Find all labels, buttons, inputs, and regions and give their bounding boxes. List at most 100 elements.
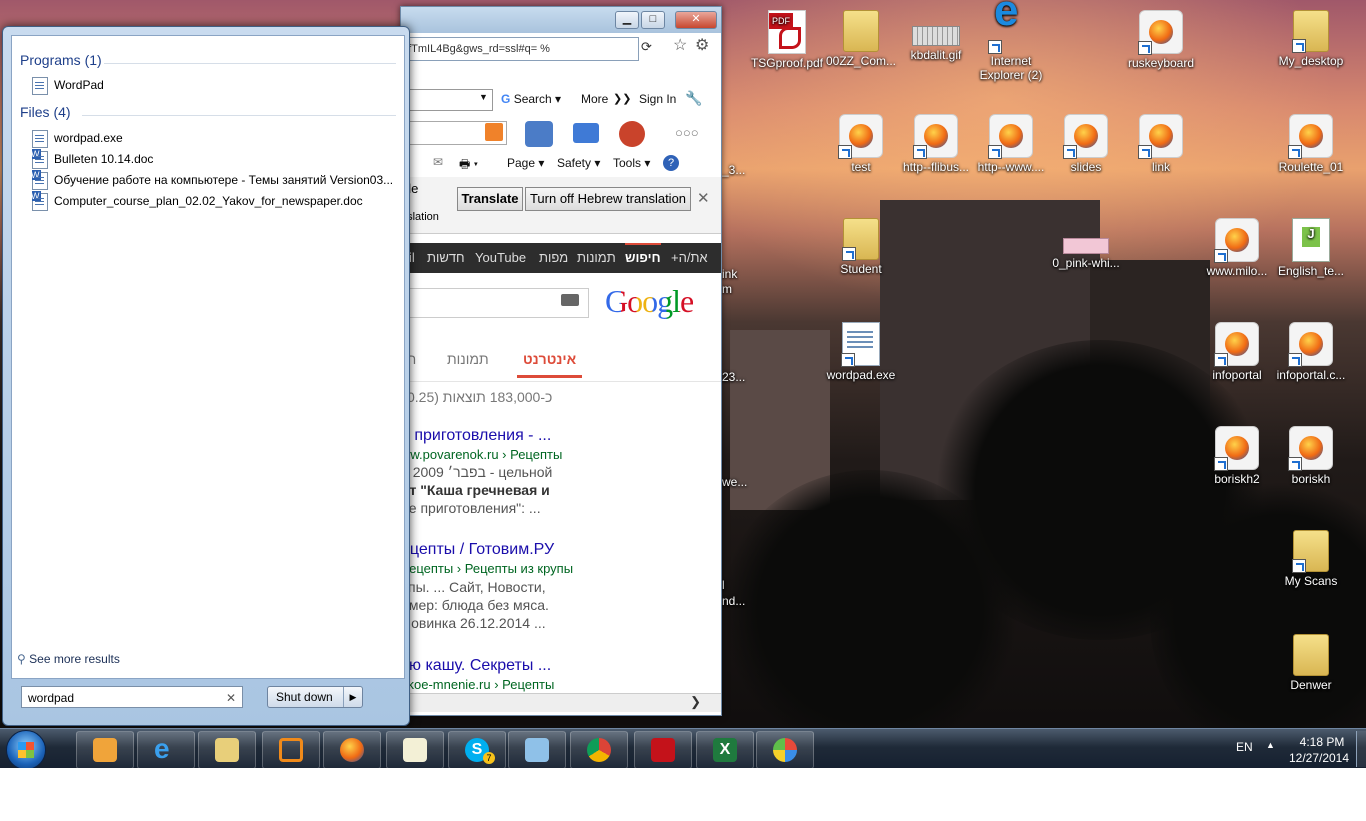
help-icon[interactable]: ? (663, 155, 679, 171)
show-hidden-icons[interactable]: ▲ (1266, 740, 1275, 750)
taskbar-excel[interactable]: X (696, 731, 754, 768)
print-icon[interactable]: 🖶 ▾ (459, 155, 478, 176)
close-button[interactable]: ✕ (675, 11, 717, 29)
chat-bubble-icon[interactable] (573, 123, 599, 143)
clear-search-icon[interactable]: ✕ (226, 687, 236, 709)
file-item[interactable]: Bulleten 10.14.doc (32, 149, 392, 169)
horizontal-scrollbar[interactable]: ❯ (401, 693, 721, 712)
desktop-icon-www[interactable]: http--www.... (968, 114, 1054, 174)
scroll-right-icon[interactable]: ❯ (690, 694, 701, 710)
gbar-images[interactable]: תמונות (577, 243, 616, 273)
search-icon[interactable] (485, 123, 503, 141)
translate-button[interactable]: Translate (457, 187, 523, 211)
desktop-icon-internet-explorer[interactable]: Internet Explorer (2) (968, 4, 1054, 82)
result-url[interactable]: Рецепты › Рецепты из крупы (401, 561, 573, 576)
desktop-icon-flibus[interactable]: http--flibus... (893, 114, 979, 174)
desktop-icon-infoportal-c[interactable]: infoportal.c... (1268, 322, 1354, 382)
desktop-icon-boriskh[interactable]: boriskh (1268, 426, 1354, 486)
desktop-icon-pink-white[interactable]: 0_pink-whi... (1043, 218, 1129, 270)
desktop-icon-ruskeyboard[interactable]: ruskeyboard (1118, 10, 1204, 70)
taskbar-skype[interactable]: S7 (448, 731, 506, 768)
gbar-search[interactable]: חיפוש (625, 243, 661, 271)
gbar-you[interactable]: +את/ה (671, 243, 708, 273)
folder-icon (1293, 634, 1329, 676)
result-url[interactable]: skoe-mnenie.ru › Рецепты (401, 677, 554, 692)
toolbar-sign-in-button[interactable]: Sign In (639, 92, 676, 106)
divider (82, 115, 396, 116)
folder-icon (843, 10, 879, 52)
result-title[interactable]: е приготовления - ... (401, 427, 551, 445)
address-bar[interactable]: gfTmIL4Bg&gws_rd=ssl#q= % (401, 37, 639, 61)
taskbar-file-explorer[interactable] (198, 731, 256, 768)
firefox-icon (1214, 322, 1259, 367)
result-url[interactable]: ww.povarenok.ru › Рецепты (401, 447, 562, 462)
browser-window[interactable]: ▁ □ ✕ gfTmIL4Bg&gws_rd=ssl#q= % ⟳ ☆ ⚙ ▼ … (400, 6, 722, 716)
taskbar-firefox[interactable] (323, 731, 381, 768)
tab-images[interactable]: תמונות (447, 351, 489, 367)
maximize-button[interactable]: □ (641, 11, 665, 29)
turn-off-translation-button[interactable]: Turn off Hebrew translation (525, 187, 691, 211)
shutdown-options-arrow-icon[interactable]: ▶ (343, 687, 362, 707)
toolbar-more-button[interactable]: More (581, 92, 608, 106)
settings-gear-icon[interactable]: ⚙ (695, 35, 709, 55)
file-item[interactable]: Обучение работе на компьютере - Темы зан… (32, 170, 392, 190)
desktop-icon-00zz[interactable]: 00ZZ_Com... (818, 10, 904, 68)
facebook-like-icon[interactable] (525, 121, 553, 147)
show-desktop-button[interactable] (1356, 731, 1366, 767)
language-indicator[interactable]: EN (1236, 740, 1253, 754)
clock-time[interactable]: 4:18 PM (1292, 735, 1352, 749)
safety-menu[interactable]: Safety ▾ (557, 156, 600, 170)
taskbar-chrome[interactable] (570, 731, 628, 768)
desktop-icon-my-desktop[interactable]: My_desktop (1268, 10, 1354, 68)
toolbar-search-button[interactable]: G Search ▾ (501, 92, 561, 106)
more-dots-icon[interactable]: ○○○ (675, 125, 699, 140)
program-item-wordpad[interactable]: WordPad (32, 75, 392, 95)
tab-web[interactable]: אינטרנט (517, 351, 583, 378)
file-item[interactable]: wordpad.exe (32, 128, 392, 148)
desktop-icon-student[interactable]: Student (818, 218, 904, 276)
desktop-icon-roulette[interactable]: Roulette_01 (1268, 114, 1354, 174)
start-button[interactable] (6, 730, 46, 768)
partial-icon-label: 23... (722, 370, 746, 384)
page-menu[interactable]: Page ▾ (507, 156, 544, 170)
desktop-icon-kbdalit[interactable]: kbdalit.gif (893, 10, 979, 62)
desktop-icon-my-scans[interactable]: My Scans (1268, 530, 1354, 588)
taskbar-internet-explorer[interactable]: e (137, 731, 195, 768)
desktop-icon-link[interactable]: link (1118, 114, 1204, 174)
taskbar-notepad[interactable] (386, 731, 444, 768)
folder-icon (1292, 530, 1329, 573)
notepad-icon (403, 738, 427, 762)
desktop-icon-denwer[interactable]: Denwer (1268, 634, 1354, 692)
favorites-star-icon[interactable]: ☆ (673, 35, 687, 55)
chevron-down-icon[interactable]: ▼ (479, 92, 488, 102)
minimize-button[interactable]: ▁ (615, 11, 639, 29)
see-more-results-link[interactable]: ⚲ See more results (17, 652, 120, 666)
result-title[interactable]: ецепты / Готовим.РУ (401, 541, 554, 559)
gbar-youtube[interactable]: YouTube (475, 243, 526, 273)
translate-bar: gle nslation Translate Turn off Hebrew t… (401, 177, 721, 234)
wrench-icon[interactable]: 🔧 (685, 90, 702, 107)
taskbar-media-player[interactable] (76, 731, 134, 768)
file-item[interactable]: Computer_course_plan_02.02_Yakov_for_new… (32, 191, 392, 211)
keyboard-icon[interactable] (561, 294, 579, 306)
tools-menu[interactable]: Tools ▾ (613, 156, 650, 170)
clock-date[interactable]: 12/27/2014 (1286, 751, 1352, 765)
taskbar-wordpad[interactable] (508, 731, 566, 768)
taskbar-acrobat[interactable] (634, 731, 692, 768)
addon-icon[interactable] (619, 121, 645, 147)
refresh-icon[interactable]: ⟳ (641, 39, 652, 55)
shutdown-button[interactable]: Shut down ▶ (267, 686, 363, 708)
desktop-icon-test[interactable]: test (818, 114, 904, 174)
taskbar-paint[interactable] (756, 731, 814, 768)
gbar-news[interactable]: חדשות (427, 243, 465, 273)
start-search-input[interactable]: wordpad ✕ (21, 686, 243, 708)
taskbar-office-picture[interactable] (262, 731, 320, 768)
mail-icon[interactable]: ✉ (433, 155, 443, 169)
desktop-icon-wordpad[interactable]: wordpad.exe (818, 322, 904, 382)
close-icon[interactable]: ✕ (697, 189, 710, 207)
gbar-maps[interactable]: מפות (539, 243, 568, 273)
desktop-icon-slides[interactable]: slides (1043, 114, 1129, 174)
desktop-icon-english[interactable]: English_te... (1268, 218, 1354, 278)
browser-titlebar[interactable] (401, 7, 721, 33)
result-title[interactable]: ую кашу. Секреты ... (401, 657, 551, 675)
